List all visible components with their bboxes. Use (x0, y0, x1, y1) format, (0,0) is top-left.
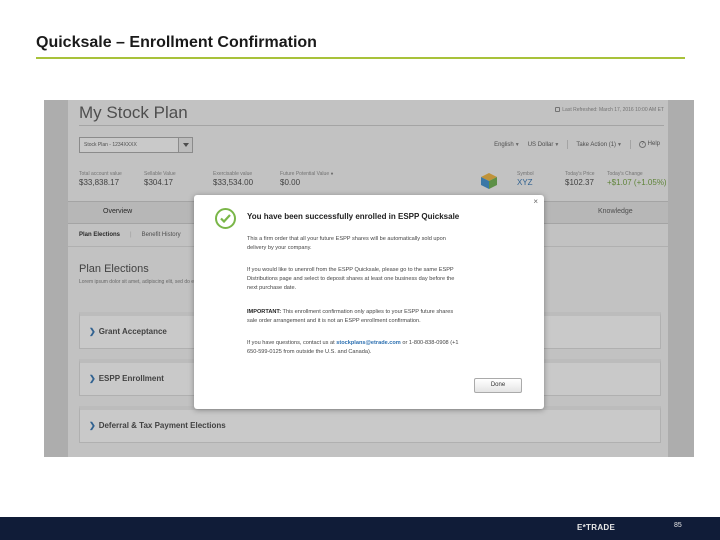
etrade-logo: E*TRADE (577, 523, 616, 532)
close-icon[interactable]: × (533, 197, 538, 206)
dialog-text-line: If you have questions, contact us at sto… (247, 339, 492, 348)
screenshot-frame: My Stock Plan Last Refreshed: March 17, … (44, 100, 694, 457)
dialog-paragraph-2: If you would like to unenroll from the E… (247, 266, 492, 293)
important-label: IMPORTANT: (247, 309, 282, 315)
dialog-text-line: IMPORTANT: This enrollment confirmation … (247, 308, 492, 317)
dialog-text-line: 650-599-0125 from outside the U.S. and C… (247, 349, 372, 355)
slide-title: Quicksale – Enrollment Confirmation (36, 34, 317, 51)
email-link[interactable]: stockplans@etrade.com (336, 340, 401, 346)
dialog-text-line: This a firm order that all your future E… (247, 236, 446, 242)
dialog-text-line: Distributions page and select to deposit… (247, 276, 455, 282)
dialog-paragraph-3: IMPORTANT: This enrollment confirmation … (247, 308, 492, 326)
dialog-text-line: next purchase date. (247, 285, 297, 291)
dialog-text: or 1-800-838-0908 (+1 (400, 340, 459, 346)
success-check-icon (215, 208, 236, 229)
confirmation-dialog: × You have been successfully enrolled in… (194, 195, 544, 409)
dialog-text-line: delivery by your company. (247, 245, 312, 251)
done-button[interactable]: Done (474, 378, 522, 393)
dialog-text-line: If you would like to unenroll from the E… (247, 267, 454, 273)
page-number: 85 (674, 522, 682, 529)
title-rule (36, 57, 685, 59)
dialog-text: If you have questions, contact us at (247, 340, 337, 346)
dialog-paragraph-1: This a firm order that all your future E… (247, 235, 492, 253)
slide-footer: E*TRADE 85 (0, 517, 720, 540)
dialog-text: This enrollment confirmation only applie… (281, 309, 454, 315)
dialog-text-line: sale order arrangement and it is not an … (247, 318, 421, 324)
dialog-heading: You have been successfully enrolled in E… (247, 212, 460, 221)
dialog-paragraph-4: If you have questions, contact us at sto… (247, 339, 492, 357)
